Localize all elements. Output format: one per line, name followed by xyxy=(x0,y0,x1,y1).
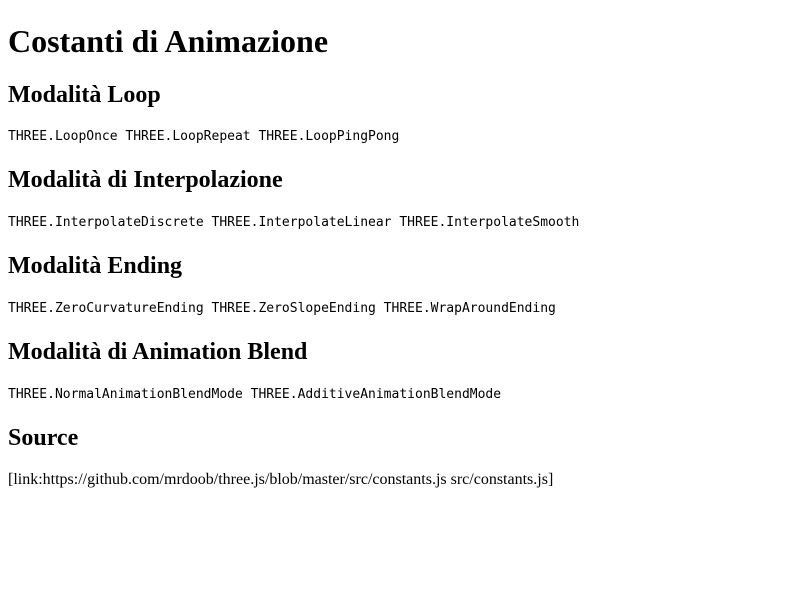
ending-constants: THREE.ZeroCurvatureEnding THREE.ZeroSlop… xyxy=(8,301,556,316)
interpolation-constants: THREE.InterpolateDiscrete THREE.Interpol… xyxy=(8,215,580,230)
source-link-text: [link:https://github.com/mrdoob/three.js… xyxy=(8,471,554,488)
document-page: Costanti di Animazione Modalità Loop THR… xyxy=(0,0,800,600)
section-heading-ending: Modalità Ending xyxy=(8,253,183,279)
loop-constants: THREE.LoopOnce THREE.LoopRepeat THREE.Lo… xyxy=(8,129,400,144)
section-heading-interpolation: Modalità di Interpolazione xyxy=(8,167,283,193)
section-heading-loop: Modalità Loop xyxy=(8,82,161,108)
section-heading-animation-blend: Modalità di Animation Blend xyxy=(8,339,308,365)
animation-blend-constants: THREE.NormalAnimationBlendMode THREE.Add… xyxy=(8,387,502,402)
section-heading-source: Source xyxy=(8,425,79,451)
page-title: Costanti di Animazione xyxy=(8,23,329,59)
